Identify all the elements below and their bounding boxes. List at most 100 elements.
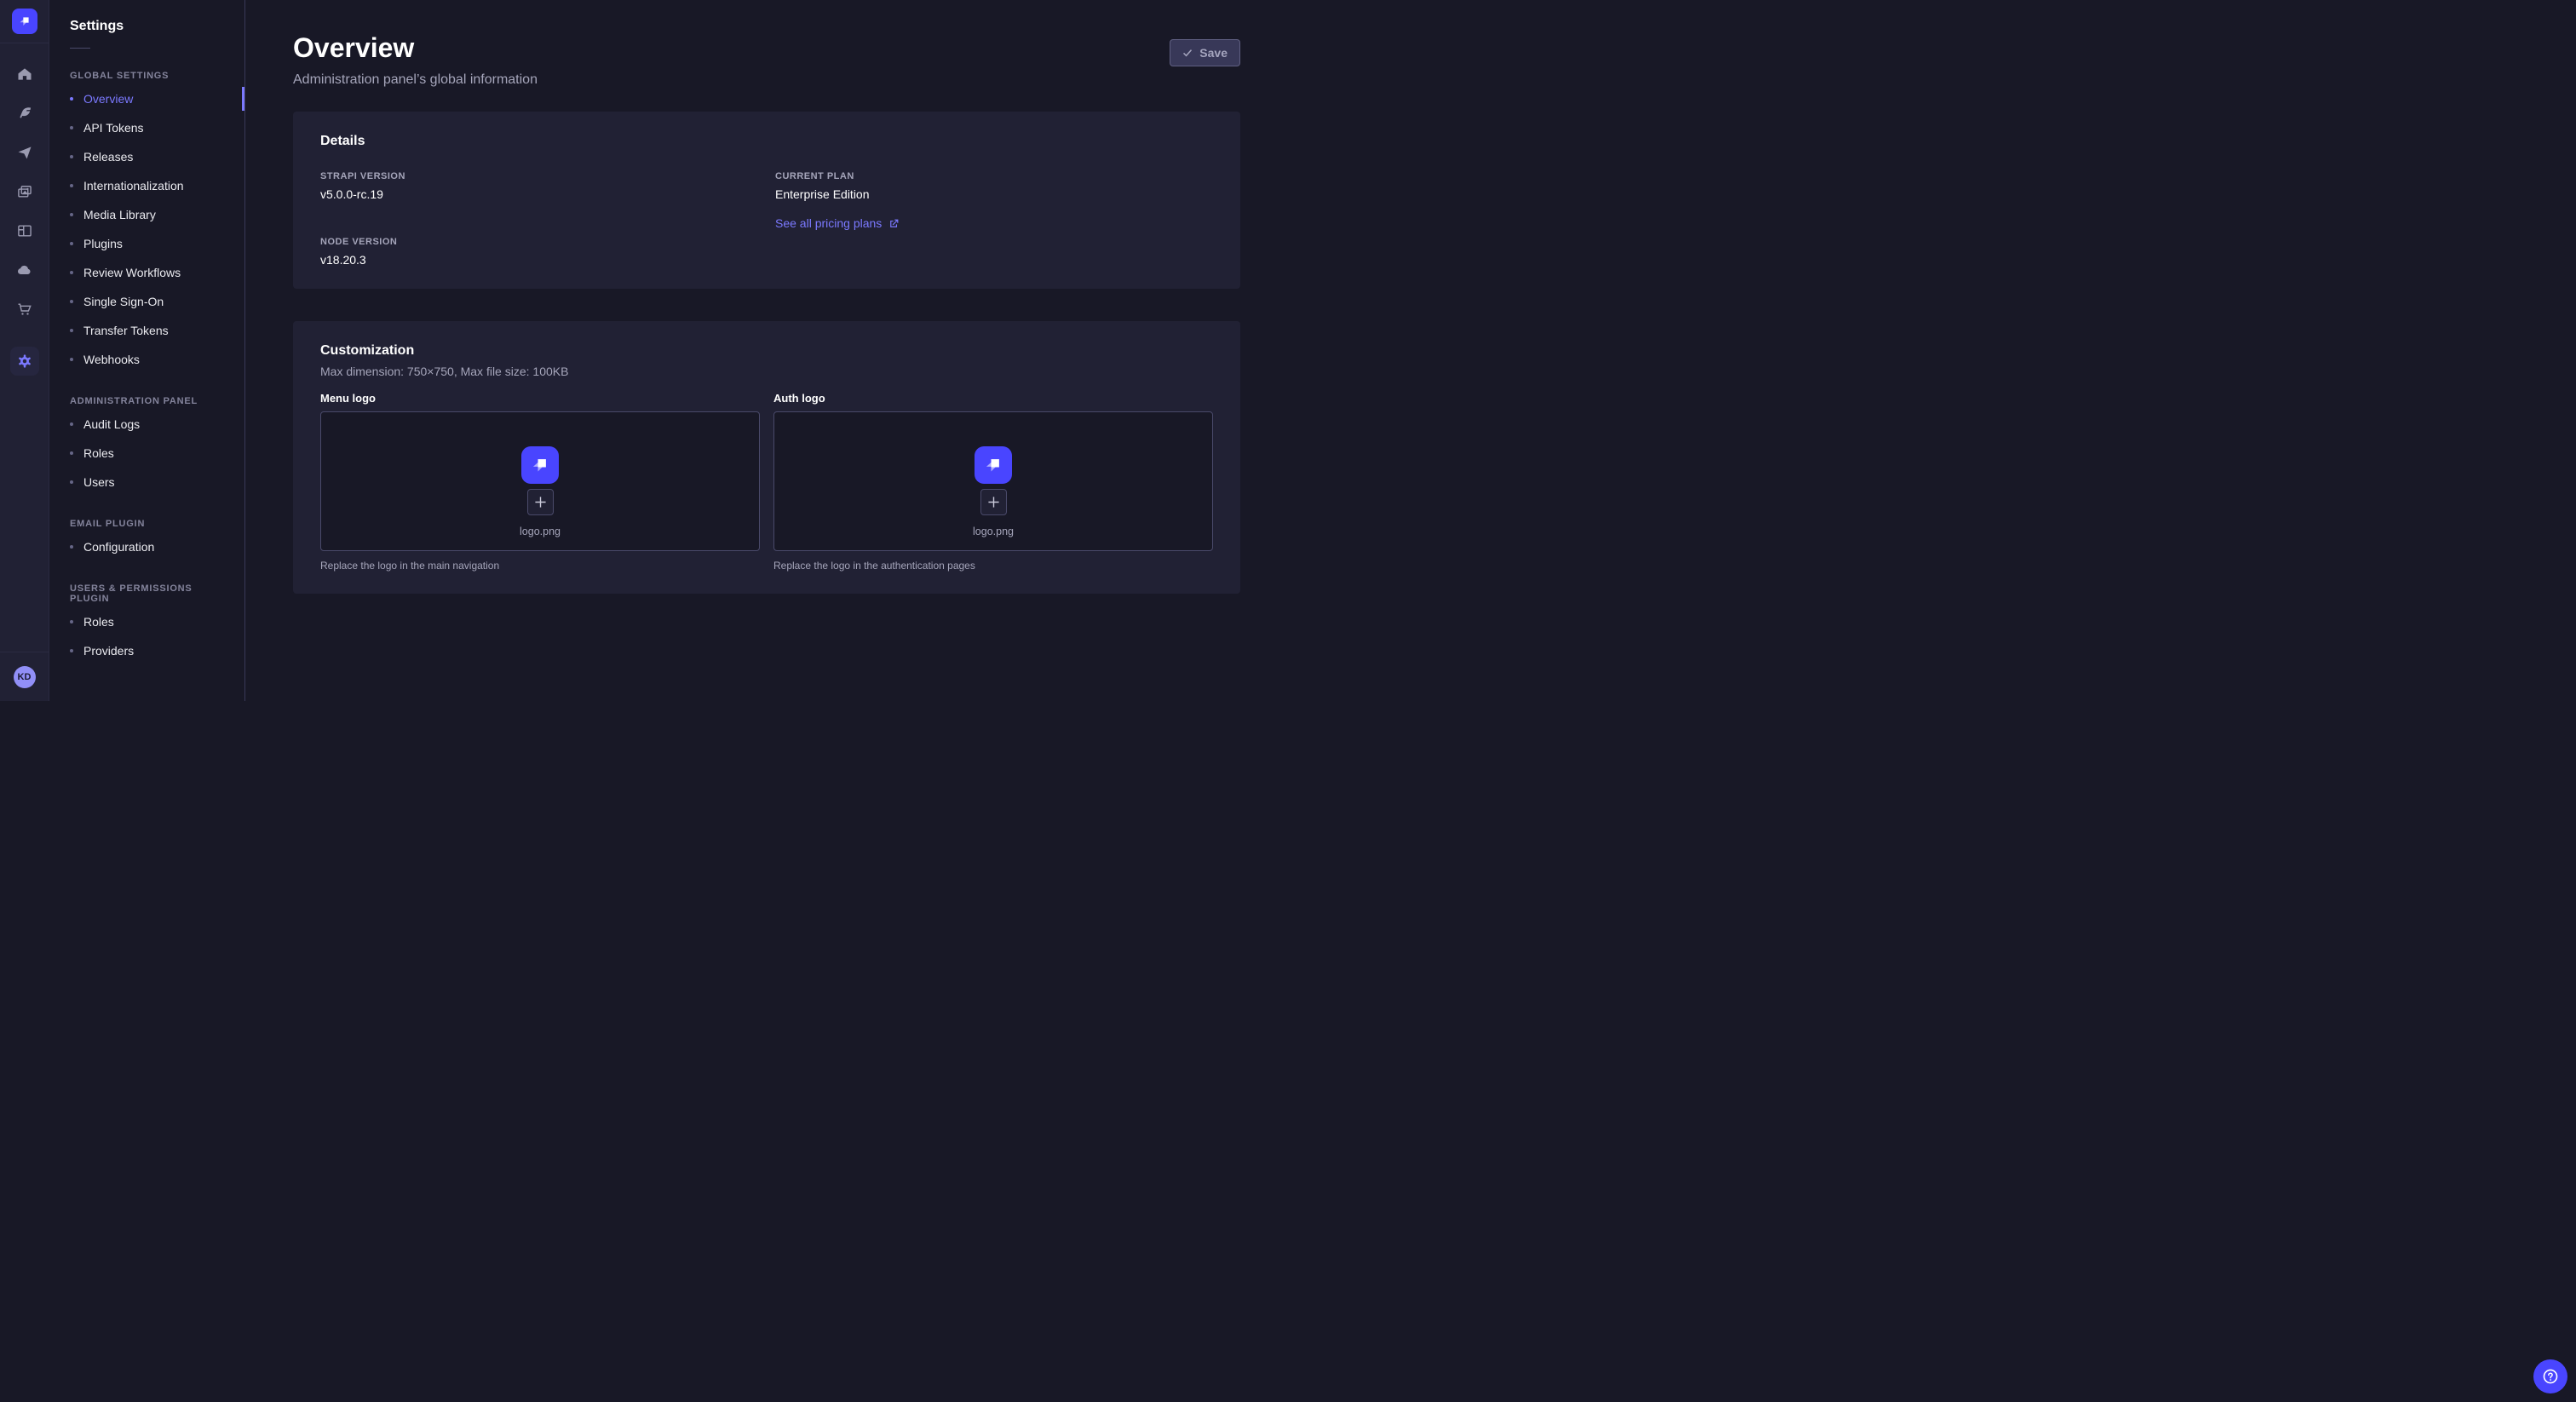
- details-card: Details STRAPI VERSION v5.0.0-rc.19 NODE…: [293, 112, 1240, 289]
- sidebar-item-transfer-tokens[interactable]: Transfer Tokens: [49, 316, 244, 345]
- page-header: Overview Administration panel’s global i…: [293, 32, 1240, 88]
- menu-logo-label: Menu logo: [320, 392, 760, 405]
- section-label-administration-panel: ADMINISTRATION PANEL: [49, 396, 244, 406]
- bullet-icon: [70, 184, 73, 187]
- bullet-icon: [70, 620, 73, 623]
- details-card-title: Details: [320, 134, 1213, 149]
- rail-logo-section: [0, 0, 49, 43]
- layout-icon[interactable]: [16, 222, 33, 239]
- strapi-version-label: STRAPI VERSION: [320, 171, 758, 181]
- page-title: Overview: [293, 32, 538, 64]
- customization-card: Customization Max dimension: 750×750, Ma…: [293, 321, 1240, 594]
- sidebar-item-up-providers[interactable]: Providers: [49, 636, 244, 665]
- sidebar-item-media-library[interactable]: Media Library: [49, 200, 244, 229]
- sidebar-item-label: Webhooks: [83, 353, 140, 366]
- sidebar-item-admin-roles[interactable]: Roles: [49, 439, 244, 468]
- settings-sidebar: Settings GLOBAL SETTINGS Overview API To…: [49, 0, 245, 701]
- strapi-version-value: v5.0.0-rc.19: [320, 187, 758, 201]
- bullet-icon: [70, 242, 73, 245]
- strapi-logo-glyph: [527, 452, 553, 478]
- sidebar-item-single-sign-on[interactable]: Single Sign-On: [49, 287, 244, 316]
- customization-constraints: Max dimension: 750×750, Max file size: 1…: [320, 365, 1213, 378]
- sidebar-item-label: Releases: [83, 150, 133, 164]
- bullet-icon: [70, 451, 73, 455]
- sidebar-item-label: Audit Logs: [83, 417, 140, 431]
- images-icon[interactable]: [16, 183, 33, 200]
- cart-icon[interactable]: [16, 301, 33, 318]
- bullet-icon: [70, 329, 73, 332]
- sidebar-item-label: Single Sign-On: [83, 295, 164, 308]
- section-label-users-permissions-plugin: USERS & PERMISSIONS PLUGIN: [49, 583, 244, 604]
- sidebar-item-label: Internationalization: [83, 179, 184, 192]
- auth-logo-caption: Replace the logo in the authentication p…: [773, 560, 1213, 572]
- sidebar-item-email-configuration[interactable]: Configuration: [49, 532, 244, 561]
- avatar[interactable]: KD: [14, 666, 36, 688]
- administration-panel-list: Audit Logs Roles Users: [49, 410, 244, 497]
- page-subtitle: Administration panel’s global informatio…: [293, 72, 538, 88]
- menu-logo-upload: Menu logo logo.png: [320, 392, 760, 572]
- sidebar-item-releases[interactable]: Releases: [49, 142, 244, 171]
- sidebar-item-label: Roles: [83, 615, 114, 629]
- paper-plane-icon[interactable]: [16, 144, 33, 161]
- sidebar-item-admin-users[interactable]: Users: [49, 468, 244, 497]
- main-content: Overview Administration panel’s global i…: [245, 0, 1288, 701]
- bullet-icon: [70, 358, 73, 361]
- rail-user-section: KD: [0, 652, 49, 701]
- global-settings-list: Overview API Tokens Releases Internation…: [49, 84, 244, 374]
- logo-uploads: Menu logo logo.png: [320, 392, 1213, 572]
- menu-logo-add-button[interactable]: [527, 489, 554, 515]
- current-plan-value: Enterprise Edition: [775, 187, 1213, 201]
- strapi-version-field: STRAPI VERSION v5.0.0-rc.19: [320, 171, 758, 201]
- pricing-plans-link[interactable]: See all pricing plans: [775, 216, 900, 230]
- details-fields: STRAPI VERSION v5.0.0-rc.19 NODE VERSION…: [320, 171, 1213, 267]
- sidebar-item-internationalization[interactable]: Internationalization: [49, 171, 244, 200]
- plus-icon: [534, 496, 547, 509]
- gear-icon[interactable]: [10, 347, 39, 376]
- sidebar-item-plugins[interactable]: Plugins: [49, 229, 244, 258]
- auth-logo-filename: logo.png: [973, 526, 1014, 537]
- current-plan-label: CURRENT PLAN: [775, 171, 1213, 181]
- strapi-logo[interactable]: [12, 9, 37, 34]
- sidebar-item-label: Providers: [83, 644, 134, 658]
- auth-logo-dropzone[interactable]: logo.png: [773, 411, 1213, 551]
- sidebar-item-label: Transfer Tokens: [83, 324, 169, 337]
- menu-logo-preview: [521, 446, 559, 484]
- section-label-global-settings: GLOBAL SETTINGS: [49, 71, 244, 81]
- sidebar-item-label: Media Library: [83, 208, 156, 221]
- sidebar-item-up-roles[interactable]: Roles: [49, 607, 244, 636]
- bullet-icon: [70, 271, 73, 274]
- sidebar-item-overview[interactable]: Overview: [49, 84, 244, 113]
- customization-card-title: Customization: [320, 343, 1213, 359]
- sidebar-item-review-workflows[interactable]: Review Workflows: [49, 258, 244, 287]
- section-label-email-plugin: EMAIL PLUGIN: [49, 519, 244, 529]
- home-icon[interactable]: [16, 66, 33, 83]
- save-button-label: Save: [1199, 46, 1228, 60]
- strapi-logo-glyph: [980, 452, 1006, 478]
- bullet-icon: [70, 545, 73, 549]
- menu-logo-dropzone[interactable]: logo.png: [320, 411, 760, 551]
- bullet-icon: [70, 213, 73, 216]
- help-button[interactable]: [2533, 1359, 2567, 1393]
- external-link-icon: [888, 218, 900, 229]
- bullet-icon: [70, 480, 73, 484]
- pricing-plans-link-label: See all pricing plans: [775, 216, 882, 230]
- sidebar-item-audit-logs[interactable]: Audit Logs: [49, 410, 244, 439]
- current-plan-field: CURRENT PLAN Enterprise Edition: [775, 171, 1213, 201]
- sidebar-item-api-tokens[interactable]: API Tokens: [49, 113, 244, 142]
- cloud-icon[interactable]: [16, 261, 33, 279]
- sidebar-item-webhooks[interactable]: Webhooks: [49, 345, 244, 374]
- save-button[interactable]: Save: [1170, 39, 1240, 66]
- node-version-label: NODE VERSION: [320, 237, 758, 247]
- bullet-icon: [70, 300, 73, 303]
- users-permissions-list: Roles Providers: [49, 607, 244, 665]
- sidebar-item-label: Users: [83, 475, 115, 489]
- sidebar-item-label: Plugins: [83, 237, 123, 250]
- bullet-icon: [70, 97, 73, 101]
- feather-icon[interactable]: [16, 105, 33, 122]
- node-version-field: NODE VERSION v18.20.3: [320, 237, 758, 267]
- auth-logo-add-button[interactable]: [980, 489, 1007, 515]
- main-nav-rail: KD: [0, 0, 49, 701]
- bullet-icon: [70, 649, 73, 652]
- email-plugin-list: Configuration: [49, 532, 244, 561]
- sidebar-title: Settings: [49, 0, 244, 34]
